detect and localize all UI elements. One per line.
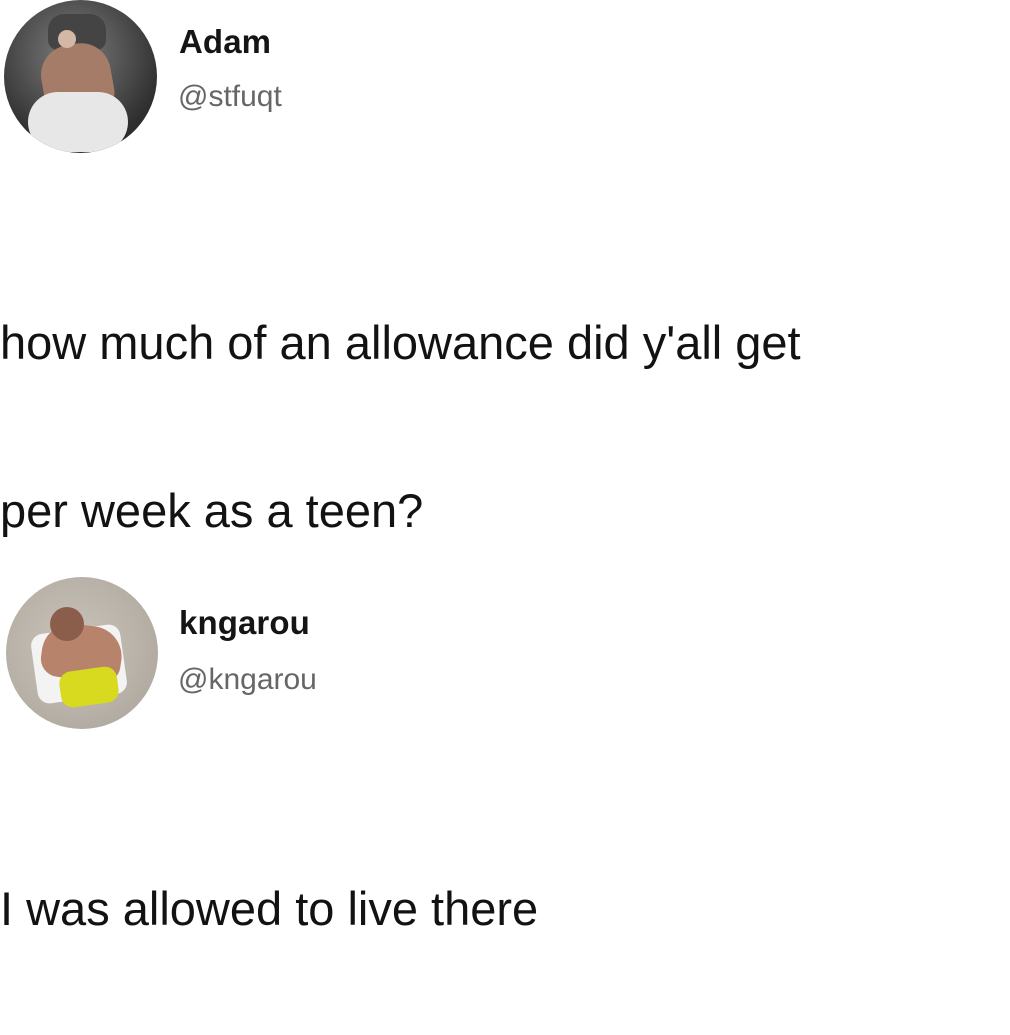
avatar-shorts-shape (57, 665, 121, 709)
avatar-kngarou[interactable] (6, 577, 158, 729)
avatar-hand-shape (58, 30, 76, 48)
username-handle[interactable]: @kngarou (178, 665, 317, 695)
tweet-text: I was allowed to live there (0, 783, 1005, 1035)
username-handle[interactable]: @stfuqt (178, 82, 282, 112)
avatar-head-shape (50, 607, 84, 641)
avatar-shirt-shape (28, 92, 128, 152)
tweet-text: how much of an allowance did y'all get p… (0, 217, 1005, 637)
tweet-text-line: I was allowed to live there (0, 882, 539, 935)
display-name[interactable]: Adam (179, 25, 271, 58)
tweet-text-line: per week as a teen? (0, 484, 424, 537)
tweet-text-line: how much of an allowance did y'all get (0, 316, 801, 369)
avatar-adam[interactable] (4, 0, 157, 153)
display-name[interactable]: kngarou (179, 606, 310, 639)
